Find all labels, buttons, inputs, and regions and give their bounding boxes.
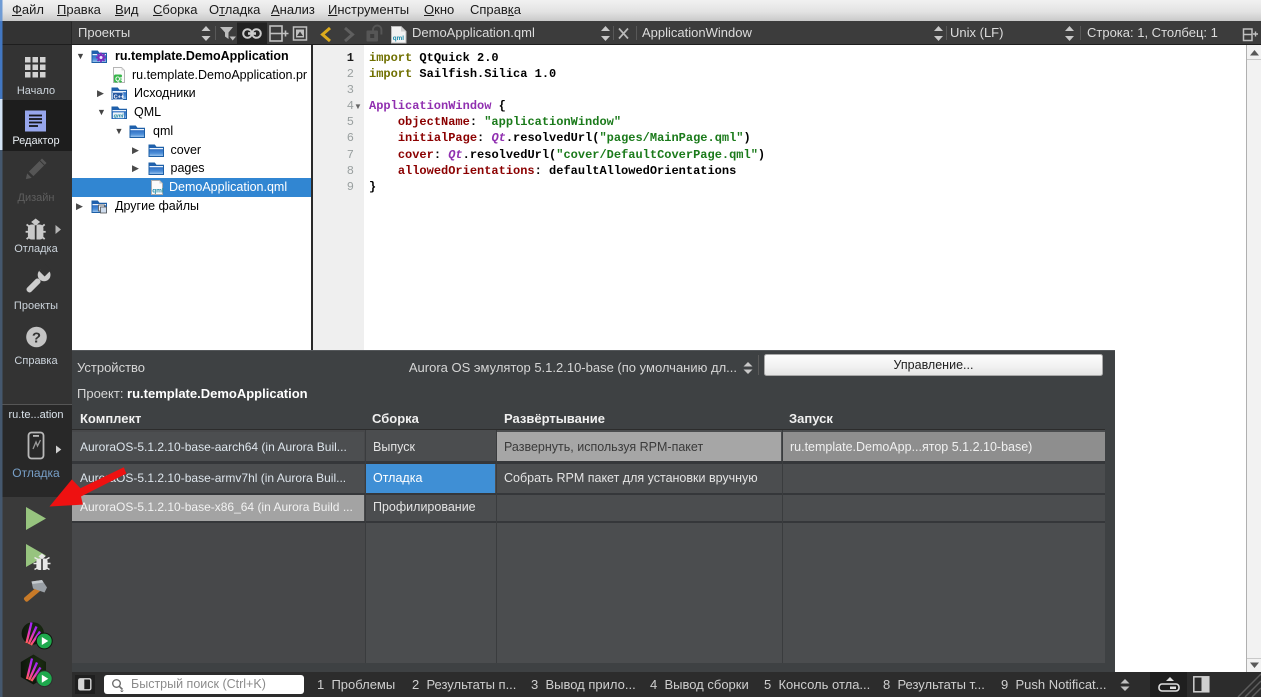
svg-text:qml: qml bbox=[152, 187, 164, 194]
svg-text:qml: qml bbox=[114, 113, 124, 119]
svg-text:Qt: Qt bbox=[115, 76, 123, 83]
svg-text:?: ? bbox=[32, 330, 41, 347]
svg-text:qml: qml bbox=[393, 35, 404, 42]
svg-text:C++: C++ bbox=[114, 95, 124, 101]
